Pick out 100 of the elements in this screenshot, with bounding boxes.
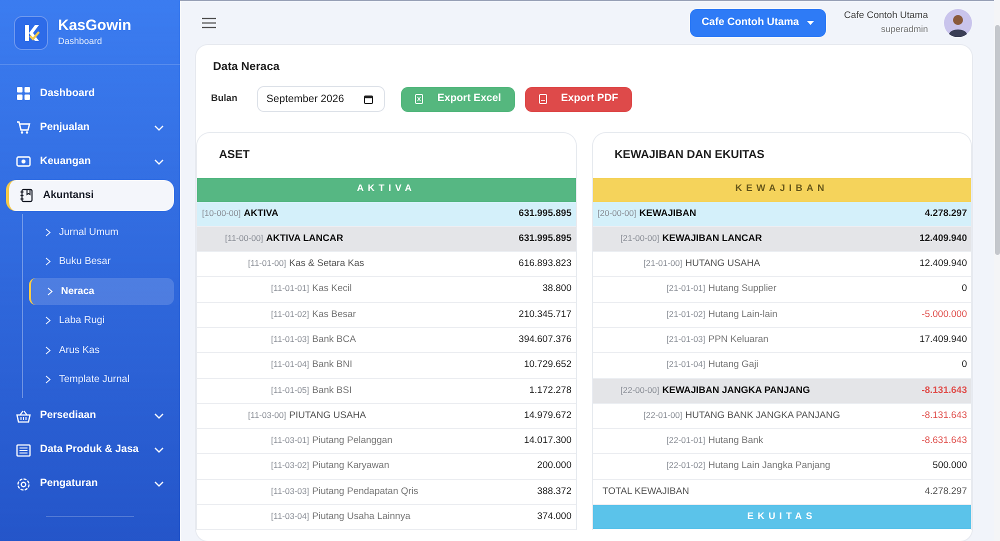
amount: -8.131.643 xyxy=(922,408,967,423)
amount: 10.729.652 xyxy=(524,358,572,372)
account-name: [21-01-01] Hutang Supplier xyxy=(666,282,776,296)
account-name: [11-01-00] Kas & Setara Kas xyxy=(248,257,364,272)
sidebar-item[interactable]: Akuntansi xyxy=(6,180,174,211)
account-name: [21-00-00] KEWAJIBAN LANCAR xyxy=(620,232,762,246)
account-name: [11-01-04] Bank BNI xyxy=(271,358,352,372)
money-icon xyxy=(16,154,31,169)
account-name: [21-01-02] Hutang Lain-lain xyxy=(666,308,778,322)
amount: 1.172.278 xyxy=(529,384,572,398)
file-icon xyxy=(415,94,424,104)
amount: -8.631.643 xyxy=(922,434,967,448)
chevron-icon xyxy=(154,156,164,166)
account-name: [20-00-00] KEWAJIBAN xyxy=(598,206,696,221)
amount: 12.409.940 xyxy=(919,257,967,272)
amount: 500.000 xyxy=(932,459,967,474)
amount: 38.800 xyxy=(542,282,572,296)
field-label: Bulan xyxy=(211,92,238,106)
amount: 394.607.376 xyxy=(518,333,572,347)
sidebar-item[interactable]: Pengaturan xyxy=(6,468,174,500)
brand-subtitle: Dashboard xyxy=(58,34,104,48)
sidebar-item[interactable]: Dashboard xyxy=(6,78,174,109)
amount: 0 xyxy=(962,282,967,296)
book-icon xyxy=(19,188,34,203)
amount: 17.409.940 xyxy=(919,333,967,347)
chevron-icon xyxy=(154,479,164,489)
scrollbar-thumb[interactable] xyxy=(994,25,1000,255)
chevron-icon xyxy=(45,257,51,266)
basket-icon xyxy=(16,408,31,424)
submenu-item[interactable]: Laba Rugi xyxy=(29,307,174,334)
amount: 200.000 xyxy=(537,459,572,474)
account-name: [22-01-02] Hutang Lain Jangka Panjang xyxy=(666,459,830,474)
chevron-icon xyxy=(45,228,51,236)
account-name: [21-01-03] PPN Keluaran xyxy=(666,333,768,347)
amount: 14.017.300 xyxy=(524,434,572,448)
account-name: [11-01-03] Bank BCA xyxy=(271,333,356,347)
avatar[interactable] xyxy=(944,9,972,37)
account-name: [11-03-00] PIUTANG USAHA xyxy=(248,408,366,423)
total-label: TOTAL KEWAJIBAN xyxy=(602,484,690,499)
amount: 0 xyxy=(962,358,967,372)
section-banner: EKUITAS xyxy=(592,505,971,530)
chevron-icon xyxy=(45,375,51,384)
account-name: [11-01-02] Kas Besar xyxy=(271,308,356,322)
total-amount: 4.278.297 xyxy=(924,484,967,499)
submenu-item[interactable]: Neraca xyxy=(29,278,174,304)
account-name: [11-01-05] Bank BSI xyxy=(271,384,352,398)
amount: 374.000 xyxy=(537,510,572,524)
export-excel-button[interactable]: Export Excel xyxy=(401,86,516,112)
amount: 616.893.823 xyxy=(518,257,572,272)
grid-icon xyxy=(16,86,31,101)
section-banner: KEWAJIBAN xyxy=(592,178,971,202)
user-role: superadmin xyxy=(880,22,928,36)
account-name: [22-01-00] HUTANG BANK JANGKA PANJANG xyxy=(644,408,840,423)
account-name: [11-03-04] Piutang Usaha Lainnya xyxy=(271,510,410,524)
account-name: [11-03-02] Piutang Karyawan xyxy=(271,459,390,474)
amount: 631.995.895 xyxy=(518,206,572,221)
account-name: [11-03-03] Piutang Pendapatan Qris xyxy=(271,484,418,499)
submenu-item[interactable]: Arus Kas xyxy=(29,336,174,364)
cart-icon xyxy=(16,120,31,135)
amount: 4.278.297 xyxy=(924,206,967,221)
chevron-icon xyxy=(154,445,164,455)
account-name: [22-00-00] KEWAJIBAN JANGKA PANJANG xyxy=(620,384,810,398)
outlet-dropdown[interactable]: Cafe Contoh Utama xyxy=(690,9,826,37)
sidebar-item[interactable]: Keuangan xyxy=(6,146,174,177)
caret-icon xyxy=(807,21,814,25)
calendar-icon[interactable] xyxy=(364,94,374,104)
export-pdf-button[interactable]: Export PDF xyxy=(525,86,632,112)
account-name: [22-01-01] Hutang Bank xyxy=(666,434,764,448)
user-name: Cafe Contoh Utama xyxy=(844,10,928,23)
month-field[interactable]: September 2026 xyxy=(257,86,386,112)
sidebar-item[interactable]: Penjualan xyxy=(6,112,174,143)
menu-icon[interactable] xyxy=(202,17,216,29)
account-name: [11-01-01] Kas Kecil xyxy=(271,282,352,296)
sidebar-item[interactable]: Persediaan xyxy=(6,400,174,432)
account-name: [11-00-00] AKTIVA LANCAR xyxy=(225,232,344,246)
amount: 210.345.717 xyxy=(518,308,572,322)
brand-name: KasGowin xyxy=(58,18,132,34)
chevron-icon xyxy=(45,316,51,325)
amount: -5.000.000 xyxy=(922,308,967,322)
submenu-item[interactable]: Template Jurnal xyxy=(29,366,174,393)
chevron-icon xyxy=(154,411,164,421)
amount: 12.409.940 xyxy=(919,232,967,246)
panel-title: ASET xyxy=(218,148,251,164)
submenu-item[interactable]: Buku Besar xyxy=(29,248,174,275)
amount: 14.979.672 xyxy=(524,408,572,423)
section-banner: AKTIVA xyxy=(197,178,576,202)
logo-icon xyxy=(14,16,48,50)
settings-icon xyxy=(16,476,31,492)
list-icon xyxy=(16,442,31,458)
file-icon xyxy=(539,94,548,104)
panel-title: KEWAJIBAN DAN EKUITAS xyxy=(614,148,766,164)
amount: 388.372 xyxy=(537,484,572,499)
submenu-item[interactable]: Jurnal Umum xyxy=(29,218,174,246)
chevron-icon xyxy=(154,122,164,132)
account-name: [21-01-00] HUTANG USAHA xyxy=(644,257,760,272)
account-name: [10-00-00] AKTIVA xyxy=(202,206,278,221)
sidebar-item[interactable]: Data Produk & Jasa xyxy=(6,434,174,466)
amount: -8.131.643 xyxy=(922,384,967,398)
account-name: [21-01-04] Hutang Gaji xyxy=(666,358,758,372)
account-name: [11-03-01] Piutang Pelanggan xyxy=(271,434,392,448)
